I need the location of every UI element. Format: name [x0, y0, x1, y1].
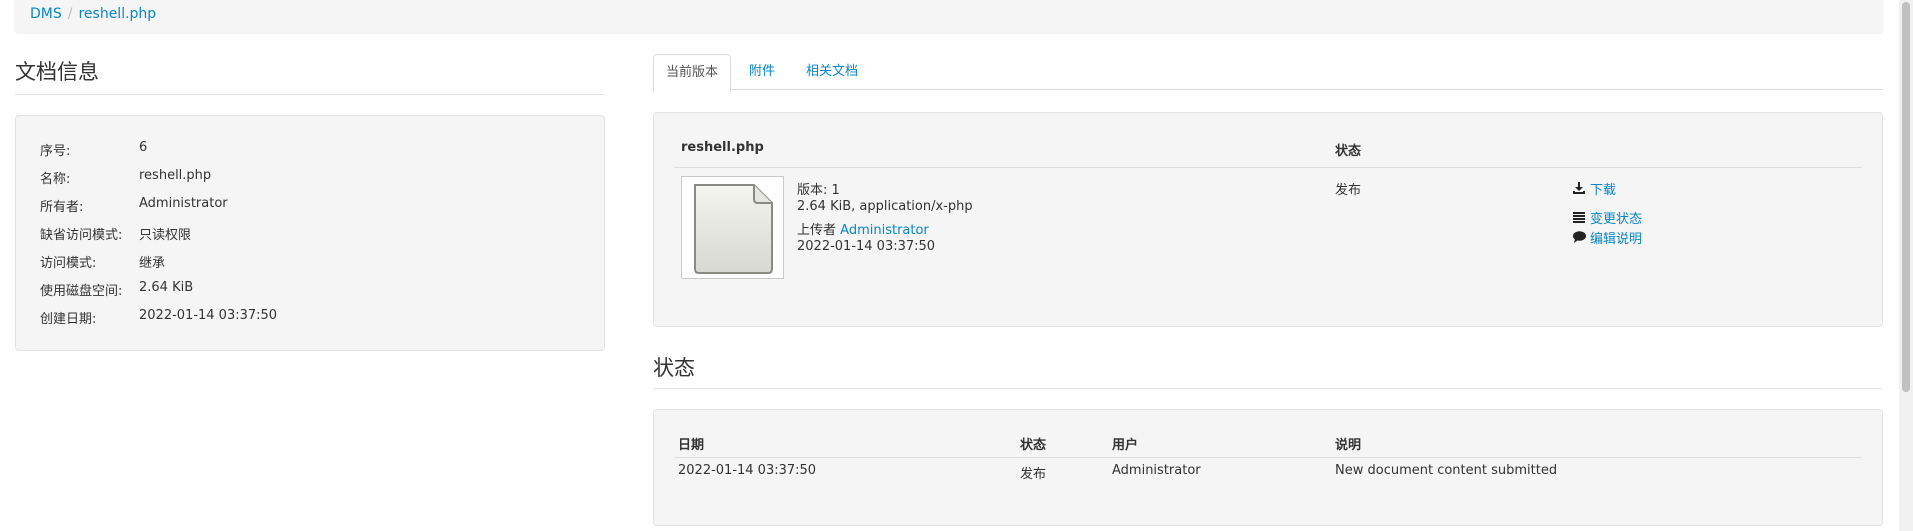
- version-filename-header: reshell.php: [681, 140, 764, 155]
- status-col-date: 日期: [678, 438, 705, 453]
- download-icon: [1572, 182, 1586, 197]
- version-status: 发布: [1335, 183, 1362, 198]
- edit-comment-link[interactable]: 编辑说明: [1590, 232, 1642, 247]
- file-icon: [694, 184, 773, 274]
- doc-info-panel: 序号: 6 名称: reshell.php 所有者: Administrator…: [15, 115, 605, 351]
- info-label: 名称:: [40, 172, 71, 187]
- breadcrumb-items: DMS / reshell.php: [30, 6, 156, 22]
- status-col-user: 用户: [1112, 438, 1139, 453]
- file-thumbnail[interactable]: [681, 176, 784, 279]
- doc-info-title: 文档信息: [15, 60, 99, 84]
- info-label: 所有者:: [40, 200, 84, 215]
- page-scrollbar[interactable]: [1899, 0, 1913, 531]
- version-size-type: 2.64 KiB, application/x-php: [797, 199, 973, 214]
- change-status-link[interactable]: 变更状态: [1590, 212, 1642, 227]
- status-row-date: 2022-01-14 03:37:50: [678, 463, 817, 478]
- info-value: 2.64 KiB: [139, 280, 194, 295]
- info-label: 缺省访问模式:: [40, 228, 123, 243]
- status-row-user: Administrator: [1112, 463, 1201, 478]
- status-row-status: 发布: [1020, 467, 1047, 482]
- scrollbar-thumb[interactable]: [1902, 2, 1910, 392]
- breadcrumb: DMS / reshell.php: [14, 0, 1883, 34]
- doc-info-divider: [15, 94, 605, 95]
- download-link[interactable]: 下载: [1590, 183, 1616, 198]
- status-header-divider: [674, 457, 1862, 458]
- info-value: 只读权限: [139, 228, 192, 243]
- info-value: 继承: [139, 256, 166, 271]
- info-value: 2022-01-14 03:37:50: [139, 308, 278, 323]
- tab-current-version[interactable]: 当前版本: [653, 54, 732, 92]
- status-panel: [653, 409, 1883, 526]
- info-label: 序号:: [40, 144, 71, 159]
- comment-icon: [1572, 231, 1586, 246]
- tab-attachments[interactable]: 附件: [749, 54, 775, 89]
- uploader-link[interactable]: Administrator: [840, 223, 929, 238]
- info-label: 创建日期:: [40, 312, 97, 327]
- breadcrumb-separator: /: [67, 6, 73, 22]
- status-col-comment: 说明: [1335, 438, 1362, 453]
- version-date: 2022-01-14 03:37:50: [797, 239, 936, 254]
- info-value: 6: [139, 140, 148, 155]
- info-label: 访问模式:: [40, 256, 97, 271]
- version-header-divider: [674, 167, 1862, 168]
- tab-related-docs[interactable]: 相关文档: [806, 54, 858, 89]
- info-label: 使用磁盘空间:: [40, 284, 123, 299]
- tabs-baseline: [653, 89, 1882, 90]
- change-status-action[interactable]: 变更状态: [1572, 208, 1642, 227]
- download-action[interactable]: 下载: [1572, 179, 1616, 198]
- owner-link[interactable]: Administrator: [139, 196, 228, 211]
- info-value: reshell.php: [139, 168, 212, 183]
- breadcrumb-link-dms[interactable]: DMS: [30, 6, 62, 22]
- version-uploader: 上传者 Administrator: [797, 219, 929, 238]
- list-icon: [1572, 212, 1586, 226]
- status-col-status: 状态: [1020, 438, 1047, 453]
- version-status-header: 状态: [1335, 144, 1362, 159]
- status-row-comment: New document content submitted: [1335, 463, 1558, 478]
- breadcrumb-link-current[interactable]: reshell.php: [78, 6, 156, 22]
- edit-comment-action[interactable]: 编辑说明: [1572, 228, 1642, 247]
- status-divider: [653, 388, 1882, 389]
- version-number: 版本: 1: [797, 183, 840, 198]
- status-title: 状态: [653, 356, 695, 380]
- uploader-label: 上传者: [797, 223, 837, 238]
